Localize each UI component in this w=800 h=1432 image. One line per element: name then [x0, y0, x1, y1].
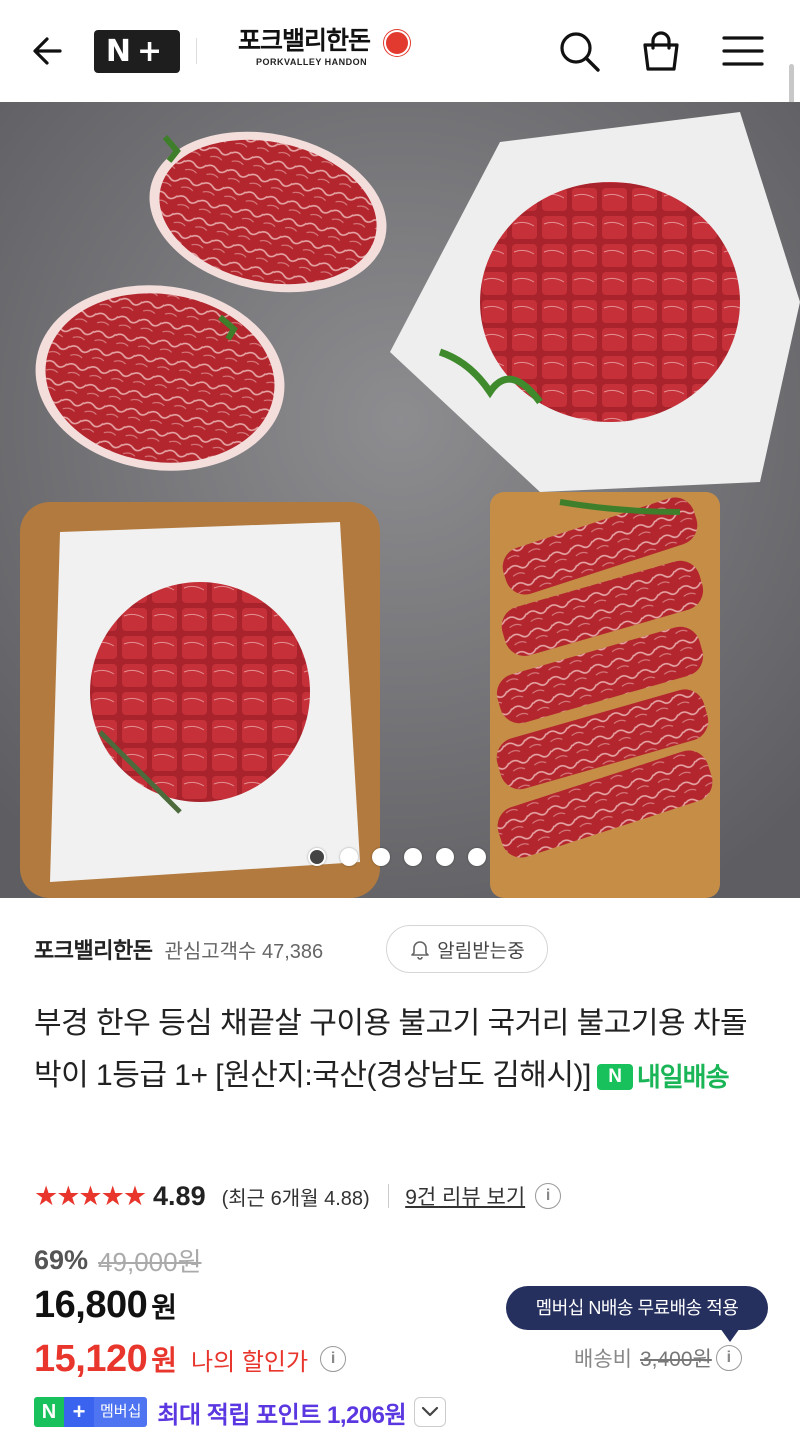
search-icon	[560, 32, 600, 72]
divider	[387, 1184, 390, 1208]
brand-subtitle: PORKVALLEY HANDON	[256, 57, 368, 67]
rating-summary: ★★★★★ 4.89 (최근 6개월 4.88) 9건 리뷰 보기 i	[34, 1176, 562, 1216]
product-image-carousel[interactable]	[0, 102, 800, 898]
original-price: 49,000원	[98, 1246, 202, 1277]
header-divider	[196, 38, 197, 64]
info-icon[interactable]: i	[535, 1183, 562, 1209]
notification-toggle-button[interactable]: 알림받는중	[386, 925, 548, 973]
product-title: 부경 한우 등심 채끝살 구이용 불고기 국거리 불고기용 차돌박이 1등급 1…	[34, 998, 774, 1103]
my-price-value: 15,120	[34, 1337, 148, 1380]
badge-member: 멤버십	[94, 1397, 148, 1427]
shipping-fee-value: 3,400원	[639, 1348, 712, 1371]
my-price-unit: 원	[151, 1345, 177, 1376]
carousel-dot[interactable]	[372, 848, 390, 866]
nplus-membership-badge: N + 멤버십	[34, 1397, 148, 1427]
carousel-dot[interactable]	[468, 848, 486, 866]
store-name-link[interactable]: 포크밸리한돈	[34, 933, 153, 965]
tomorrow-delivery-badge: N 내일배송	[596, 1051, 730, 1103]
hamburger-menu-icon	[722, 36, 764, 66]
brand-logo[interactable]: 포크밸리한돈 PORKVALLEY HANDON	[238, 26, 418, 76]
rating-score: 4.89	[153, 1180, 206, 1211]
my-discount-price: 15,120 원 나의 할인가 i	[34, 1334, 347, 1384]
price-unit: 원	[151, 1292, 177, 1323]
delivery-label: 내일배송	[636, 1062, 730, 1093]
delivery-truck-icon: N	[596, 1064, 633, 1091]
carousel-dot[interactable]	[308, 848, 326, 866]
membership-free-shipping-tooltip: 멤버십 N배송 무료배송 적용	[506, 1286, 768, 1342]
badge-plus: +	[64, 1397, 94, 1427]
cart-button[interactable]	[638, 28, 684, 74]
carousel-dot[interactable]	[340, 848, 358, 866]
shopping-bag-icon	[643, 31, 679, 71]
chevron-down-icon	[422, 1406, 439, 1417]
discount-info: 69% 49,000원	[34, 1240, 202, 1280]
review-link[interactable]: 9건 리뷰 보기	[405, 1181, 525, 1211]
carousel-indicator	[308, 848, 486, 868]
badge-n: N	[34, 1397, 64, 1427]
shipping-label: 배송비	[574, 1348, 632, 1371]
shipping-fee-info: 배송비 3,400원 i	[574, 1340, 742, 1376]
points-expand-button[interactable]	[414, 1397, 447, 1427]
search-button[interactable]	[556, 28, 602, 74]
nplus-logo[interactable]: N+	[94, 30, 180, 73]
bell-icon	[411, 941, 430, 960]
my-price-label: 나의 할인가	[191, 1348, 309, 1376]
info-icon[interactable]: i	[715, 1345, 742, 1371]
menu-button[interactable]	[720, 28, 766, 74]
info-icon[interactable]: i	[320, 1346, 347, 1372]
product-photo	[0, 102, 800, 898]
arrow-left-icon	[33, 37, 62, 65]
back-button[interactable]	[28, 30, 70, 72]
carousel-dot[interactable]	[404, 848, 422, 866]
store-info: 포크밸리한돈 관심고객수 47,386	[34, 924, 323, 974]
points-info: N + 멤버십 최대 적립 포인트 1,206원	[34, 1394, 447, 1430]
sale-price: 16,800 원	[34, 1284, 177, 1334]
follower-count: 관심고객수 47,386	[164, 940, 324, 963]
star-rating-icon: ★★★★★	[34, 1180, 147, 1211]
carousel-dot[interactable]	[436, 848, 454, 866]
notification-toggle-label: 알림받는중	[437, 940, 525, 962]
max-points-text: 최대 적립 포인트 1,206원	[157, 1401, 407, 1429]
top-header: N+ 포크밸리한돈 PORKVALLEY HANDON	[0, 0, 800, 214]
price-value: 16,800	[34, 1284, 148, 1326]
discount-rate: 69%	[34, 1244, 89, 1275]
pig-logo-icon	[384, 30, 410, 56]
recent-rating: (최근 6개월 4.88)	[221, 1187, 370, 1210]
